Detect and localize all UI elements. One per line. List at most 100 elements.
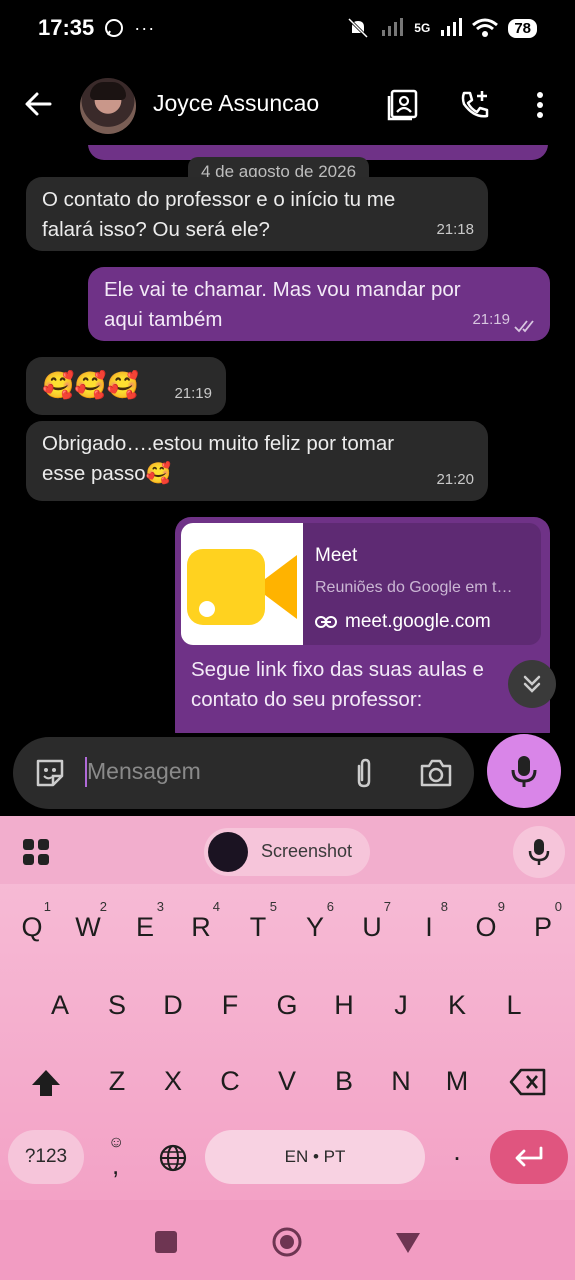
voice-message-button[interactable] (487, 734, 561, 808)
shift-icon[interactable] (30, 1068, 62, 1098)
more-notifications-icon: ··· (134, 17, 156, 38)
message-text: Ele vai te chamar. Mas vou mandar por (104, 278, 461, 301)
key-k[interactable]: K (432, 990, 482, 1021)
signal-5g-icon (441, 18, 463, 36)
contact-avatar[interactable] (80, 78, 136, 134)
keyboard-voice-button[interactable] (513, 826, 565, 878)
message-text: O contato do professor e o início tu me (42, 188, 396, 211)
key-p[interactable]: P0 (518, 899, 568, 943)
period-key[interactable]: . (432, 1136, 482, 1167)
key-e[interactable]: E3 (120, 899, 170, 943)
key-l[interactable]: L (489, 990, 539, 1021)
key-c[interactable]: C (205, 1066, 255, 1097)
home-icon[interactable] (271, 1226, 303, 1258)
system-navigation-bar (0, 1200, 575, 1280)
sticker-icon[interactable] (33, 756, 67, 790)
status-time: 17:35 (38, 15, 95, 40)
key-m[interactable]: M (432, 1066, 482, 1097)
key-label: W (75, 912, 101, 942)
link-url[interactable]: meet.google.com (315, 607, 491, 637)
camera-icon[interactable] (419, 756, 453, 790)
globe-icon[interactable] (158, 1143, 188, 1173)
message-bubble-incoming[interactable]: O contato do professor e o início tu me … (26, 177, 488, 251)
link-description: Reuniões do Google em t… (315, 579, 513, 596)
clipboard-suggestion-chip[interactable]: Screenshot (204, 828, 370, 876)
key-g[interactable]: G (262, 990, 312, 1021)
message-text: esse passo🥰 (42, 462, 172, 485)
google-meet-logo-icon (181, 523, 303, 645)
key-hint: 7 (383, 899, 391, 914)
key-hint: 5 (269, 899, 277, 914)
key-hint: 0 (554, 899, 562, 914)
key-z[interactable]: Z (92, 1066, 142, 1097)
signal-icon (382, 18, 404, 36)
contact-name[interactable]: Joyce Assuncao (153, 90, 319, 117)
key-label: , (112, 1150, 120, 1180)
message-bubble-incoming[interactable]: Obrigado….estou muito feliz por tomar es… (26, 421, 488, 501)
message-bubble-outgoing-link[interactable]: Meet Reuniões do Google em t… meet.googl… (175, 517, 550, 733)
backspace-icon[interactable] (509, 1068, 547, 1096)
scroll-to-bottom-button[interactable] (508, 660, 556, 708)
key-b[interactable]: B (319, 1066, 369, 1097)
comma-key[interactable]: ☺ , (100, 1134, 134, 1184)
space-bar[interactable]: EN • PT (205, 1130, 425, 1184)
contact-card-icon[interactable] (386, 88, 420, 122)
key-j[interactable]: J (376, 990, 426, 1021)
key-s[interactable]: S (92, 990, 142, 1021)
chevron-double-down-icon (523, 675, 541, 693)
link-url-text: meet.google.com (345, 611, 491, 632)
key-label: T (249, 912, 267, 942)
message-text: falará isso? Ou será ele? (42, 218, 270, 241)
key-n[interactable]: N (376, 1066, 426, 1097)
message-time: 21:19 (174, 385, 212, 402)
key-r[interactable]: R4 (176, 899, 226, 943)
return-arrow-icon (515, 1146, 543, 1167)
whatsapp-notification-icon (105, 19, 124, 37)
attach-icon[interactable] (347, 756, 381, 790)
key-o[interactable]: O9 (461, 899, 511, 943)
key-v[interactable]: V (262, 1066, 312, 1097)
key-t[interactable]: T5 (233, 899, 283, 943)
message-input[interactable]: Mensagem (87, 758, 201, 785)
key-f[interactable]: F (205, 990, 255, 1021)
status-bar: 17:35 ··· 5G 78 (0, 0, 575, 56)
key-x[interactable]: X (148, 1066, 198, 1097)
apps-grid-icon[interactable] (22, 838, 50, 866)
key-hint: 3 (156, 899, 164, 914)
key-hint: 4 (212, 899, 220, 914)
wifi-icon (472, 18, 499, 37)
key-i[interactable]: I8 (404, 899, 454, 943)
key-hint: 8 (440, 899, 448, 914)
enter-key[interactable] (490, 1130, 568, 1184)
key-q[interactable]: Q1 (7, 899, 57, 943)
key-label: E (135, 912, 154, 942)
message-time: 21:19 (472, 311, 510, 328)
key-label: P (533, 912, 552, 942)
chat-messages[interactable]: 4 de agosto de 2026 O contato do profess… (0, 145, 575, 733)
key-w[interactable]: W2 (63, 899, 113, 943)
more-options-icon[interactable] (523, 88, 557, 122)
key-d[interactable]: D (148, 990, 198, 1021)
key-a[interactable]: A (35, 990, 85, 1021)
message-text: Segue link fixo das suas aulas e (191, 658, 484, 681)
microphone-icon (528, 839, 550, 865)
key-u[interactable]: U7 (347, 899, 397, 943)
recent-apps-icon[interactable] (154, 1230, 178, 1254)
message-bubble-incoming[interactable]: 🥰🥰🥰 21:19 (26, 357, 226, 415)
back-arrow-icon[interactable] (22, 88, 54, 120)
key-hint: 9 (497, 899, 505, 914)
screenshot-thumbnail (208, 832, 248, 872)
chat-header: Joyce Assuncao (0, 70, 575, 140)
back-triangle-icon[interactable] (395, 1232, 421, 1254)
message-bubble-outgoing[interactable]: Ele vai te chamar. Mas vou mandar por aq… (88, 267, 550, 341)
key-h[interactable]: H (319, 990, 369, 1021)
add-call-icon[interactable] (458, 88, 492, 122)
key-label: Q (21, 912, 43, 942)
key-y[interactable]: Y6 (290, 899, 340, 943)
link-preview-card[interactable]: Meet Reuniões do Google em t… meet.googl… (181, 523, 541, 645)
symbols-key[interactable]: ?123 (8, 1130, 84, 1184)
message-text: Obrigado….estou muito feliz por tomar (42, 432, 395, 455)
key-hint: 6 (326, 899, 334, 914)
link-icon (315, 616, 337, 628)
keyboard-toolbar: Screenshot (0, 816, 575, 884)
